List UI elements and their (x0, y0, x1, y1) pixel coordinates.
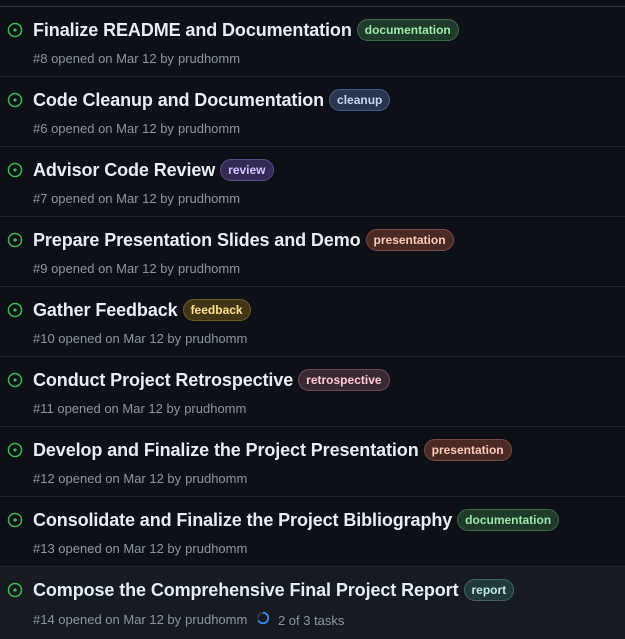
issue-title-link[interactable]: Consolidate and Finalize the Project Bib… (33, 510, 452, 531)
issue-meta: #11 opened on Mar 12 by prudhomm (33, 401, 246, 416)
issue-meta-text: #14 opened on Mar 12 by (33, 612, 182, 627)
issue-meta: #10 opened on Mar 12 by prudhomm (33, 331, 247, 346)
issue-title-link[interactable]: Gather Feedback (33, 300, 178, 321)
issue-title-line: Consolidate and Finalize the Project Bib… (33, 509, 560, 531)
issue-open-icon (7, 372, 23, 388)
issue-meta-text: #9 opened on Mar 12 by (33, 261, 174, 276)
issue-label[interactable]: presentation (423, 439, 512, 461)
issue-author-link[interactable]: prudhomm (178, 261, 240, 276)
issue-open-icon (7, 162, 23, 178)
issue-open-icon (7, 302, 23, 318)
issue-title-line: Advisor Code Review review (33, 159, 274, 181)
issue-meta-text: #10 opened on Mar 12 by (33, 331, 182, 346)
issue-title-link[interactable]: Advisor Code Review (33, 160, 215, 181)
issue-row[interactable]: Compose the Comprehensive Final Project … (0, 567, 625, 639)
issue-row[interactable]: Conduct Project Retrospective retrospect… (0, 357, 625, 427)
issue-row[interactable]: Gather Feedback feedback #10 opened on M… (0, 287, 625, 357)
issue-row[interactable]: Develop and Finalize the Project Present… (0, 427, 625, 497)
task-progress[interactable]: 2 of 3 tasks (256, 611, 344, 628)
issue-title-link[interactable]: Develop and Finalize the Project Present… (33, 440, 419, 461)
task-progress-text: 2 of 3 tasks (277, 613, 345, 628)
issue-author-link[interactable]: prudhomm (185, 331, 247, 346)
issue-title-link[interactable]: Finalize README and Documentation (33, 20, 352, 41)
issue-label[interactable]: review (220, 159, 274, 181)
issue-meta-text: #13 opened on Mar 12 by (33, 541, 182, 556)
issue-row[interactable]: Advisor Code Review review #7 opened on … (0, 147, 625, 217)
issue-meta-text: #7 opened on Mar 12 by (33, 191, 174, 206)
issue-open-icon (7, 92, 23, 108)
issue-row[interactable]: Consolidate and Finalize the Project Bib… (0, 497, 625, 567)
issue-meta-text: #11 opened on Mar 12 by (33, 401, 181, 416)
issue-meta: #6 opened on Mar 12 by prudhomm (33, 121, 240, 136)
issue-meta: #13 opened on Mar 12 by prudhomm (33, 541, 247, 556)
issue-author-link[interactable]: prudhomm (178, 51, 240, 66)
issue-title-line: Compose the Comprehensive Final Project … (33, 579, 515, 601)
issue-author-link[interactable]: prudhomm (185, 471, 247, 486)
issue-title-link[interactable]: Prepare Presentation Slides and Demo (33, 230, 361, 251)
issue-title-line: Finalize README and Documentation docume… (33, 19, 459, 41)
issue-meta: #14 opened on Mar 12 by prudhomm 2 of 3 … (33, 611, 344, 628)
issue-title-line: Code Cleanup and Documentation cleanup (33, 89, 391, 111)
issue-author-link[interactable]: prudhomm (178, 191, 240, 206)
issue-row[interactable]: Prepare Presentation Slides and Demo pre… (0, 217, 625, 287)
issue-meta: #7 opened on Mar 12 by prudhomm (33, 191, 240, 206)
issue-row[interactable]: Code Cleanup and Documentation cleanup #… (0, 77, 625, 147)
issue-title-line: Prepare Presentation Slides and Demo pre… (33, 229, 454, 251)
issue-open-icon (7, 232, 23, 248)
issue-label[interactable]: cleanup (329, 89, 391, 111)
issue-meta: #9 opened on Mar 12 by prudhomm (33, 261, 240, 276)
issue-title-line: Develop and Finalize the Project Present… (33, 439, 512, 461)
issue-title-line: Conduct Project Retrospective retrospect… (33, 369, 390, 391)
task-progress-icon (257, 611, 270, 625)
issue-label[interactable]: feedback (182, 299, 251, 321)
issue-open-icon (7, 442, 23, 458)
issue-author-link[interactable]: prudhomm (185, 612, 247, 627)
issue-label[interactable]: documentation (356, 19, 459, 41)
issue-title-link[interactable]: Conduct Project Retrospective (33, 370, 293, 391)
issue-title-link[interactable]: Code Cleanup and Documentation (33, 90, 324, 111)
list-top-border (0, 0, 625, 7)
issue-meta-text: #6 opened on Mar 12 by (33, 121, 174, 136)
issue-author-link[interactable]: prudhomm (178, 121, 240, 136)
issue-row[interactable]: Finalize README and Documentation docume… (0, 7, 625, 77)
issue-label[interactable]: documentation (457, 509, 560, 531)
issue-label[interactable]: presentation (365, 229, 454, 251)
issue-open-icon (7, 512, 23, 528)
issue-meta: #8 opened on Mar 12 by prudhomm (33, 51, 240, 66)
issue-label[interactable]: retrospective (298, 369, 390, 391)
issue-open-icon (7, 582, 23, 598)
issue-open-icon (7, 22, 23, 38)
issue-title-line: Gather Feedback feedback (33, 299, 251, 321)
issue-meta-text: #12 opened on Mar 12 by (33, 471, 182, 486)
issue-meta-text: #8 opened on Mar 12 by (33, 51, 174, 66)
issue-author-link[interactable]: prudhomm (185, 541, 247, 556)
issue-label[interactable]: report (463, 579, 515, 601)
issue-list: Finalize README and Documentation docume… (0, 0, 625, 639)
issue-author-link[interactable]: prudhomm (184, 401, 246, 416)
issue-title-link[interactable]: Compose the Comprehensive Final Project … (33, 580, 459, 601)
issue-meta: #12 opened on Mar 12 by prudhomm (33, 471, 247, 486)
